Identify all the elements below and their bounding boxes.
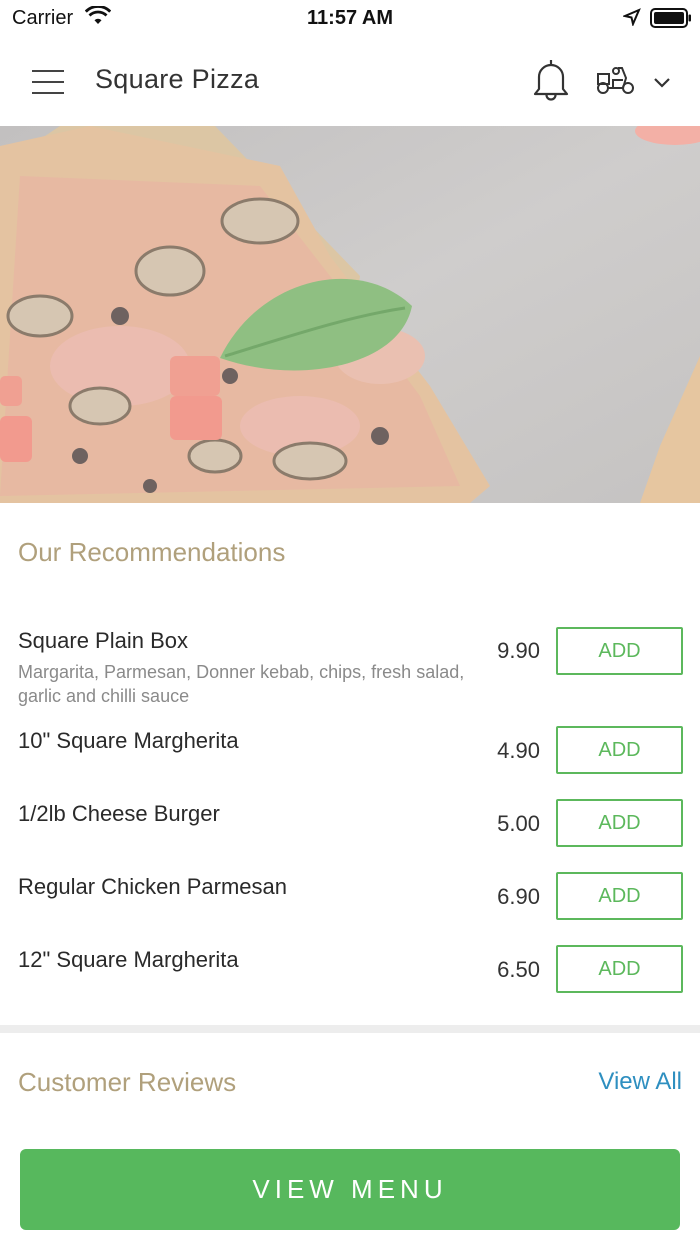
bell-icon[interactable] <box>533 58 569 107</box>
chevron-down-icon[interactable] <box>652 76 672 94</box>
menu-icon[interactable] <box>32 70 64 94</box>
section-divider <box>0 1025 700 1033</box>
add-button[interactable]: ADD <box>556 872 683 920</box>
item-price: 5.00 <box>497 811 540 836</box>
location-arrow-icon <box>621 8 641 31</box>
app-header: Square Pizza <box>0 36 700 126</box>
item-name: 1/2lb Cheese Burger <box>18 801 220 826</box>
view-menu-button[interactable]: VIEW MENU <box>20 1149 680 1230</box>
add-button[interactable]: ADD <box>556 945 683 993</box>
item-price: 4.90 <box>497 738 540 763</box>
add-button[interactable]: ADD <box>556 726 683 774</box>
item-price: 9.90 <box>497 638 540 663</box>
item-description: Margarita, Parmesan, Donner kebab, chips… <box>18 662 465 706</box>
item-price: 6.90 <box>497 884 540 909</box>
item-name: Square Plain Box <box>18 628 188 653</box>
reviews-heading: Customer Reviews <box>18 1067 237 1097</box>
battery-icon <box>650 8 692 33</box>
status-bar: Carrier 11:57 AM <box>0 0 700 36</box>
item-name: 10" Square Margherita <box>18 728 239 753</box>
page-title: Square Pizza <box>95 64 260 94</box>
item-name: 12" Square Margherita <box>18 947 239 972</box>
clock: 11:57 AM <box>307 7 393 29</box>
scooter-icon[interactable] <box>595 64 637 101</box>
recommendations-heading: Our Recommendations <box>18 537 286 567</box>
view-all-link[interactable]: View All <box>560 1068 682 1096</box>
item-name: Regular Chicken Parmesan <box>18 874 288 899</box>
item-price: 6.50 <box>497 957 540 982</box>
hero-image <box>0 126 700 503</box>
add-button[interactable]: ADD <box>556 627 683 675</box>
add-button[interactable]: ADD <box>556 799 683 847</box>
